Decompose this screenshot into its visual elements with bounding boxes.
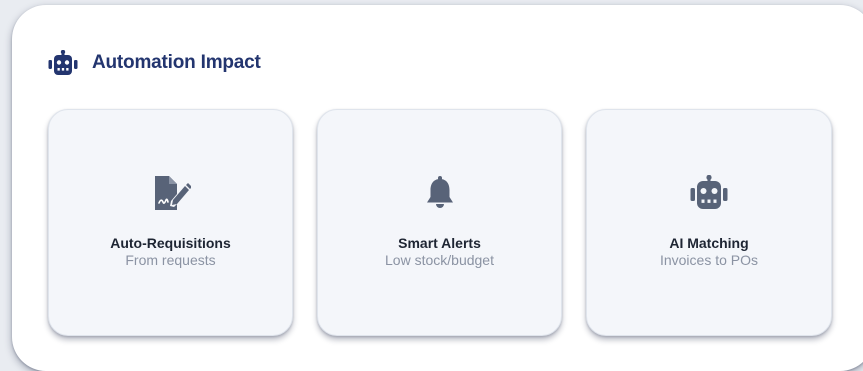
automation-impact-panel: Automation Impact Auto-Requisitions From… — [12, 5, 863, 371]
card-title: Smart Alerts — [398, 235, 481, 251]
card-title: AI Matching — [669, 235, 749, 251]
card-subtitle: Low stock/budget — [385, 252, 494, 268]
card-smart-alerts[interactable]: Smart Alerts Low stock/budget — [317, 109, 562, 336]
panel-header: Automation Impact — [48, 50, 261, 76]
panel-title: Automation Impact — [92, 52, 261, 73]
bell-icon — [318, 174, 561, 212]
card-title: Auto-Requisitions — [110, 235, 231, 251]
file-signature-icon — [49, 174, 292, 212]
card-ai-matching[interactable]: AI Matching Invoices to POs — [586, 109, 832, 336]
robot-icon — [48, 50, 78, 76]
robot-icon — [587, 174, 831, 212]
card-auto-requisitions[interactable]: Auto-Requisitions From requests — [48, 109, 293, 336]
card-subtitle: From requests — [125, 252, 216, 268]
card-subtitle: Invoices to POs — [659, 252, 759, 268]
feature-cards: Auto-Requisitions From requests Smart Al… — [48, 109, 832, 336]
